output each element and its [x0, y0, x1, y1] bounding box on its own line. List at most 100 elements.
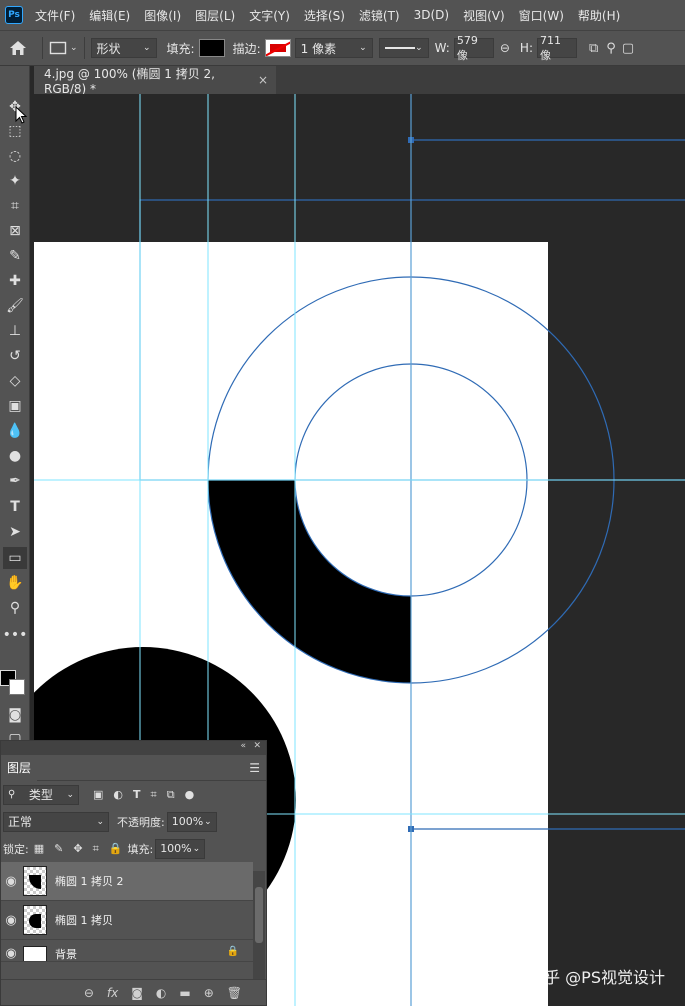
blend-row: 正常 ⌄ 不透明度: 100% ⌄	[1, 808, 266, 835]
lock-pixels-icon[interactable]: ✎	[54, 842, 63, 855]
layer-name: 椭圆 1 拷贝	[55, 914, 113, 927]
stroke-line-icon	[384, 47, 415, 49]
gradient-tool-icon[interactable]: ▣	[3, 395, 27, 417]
more-icon[interactable]: ▢	[622, 41, 634, 56]
close-panel-icon[interactable]: ✕	[253, 741, 261, 751]
pen-tool-icon[interactable]: ✒	[3, 470, 27, 492]
chevron-down-icon: ⌄	[70, 43, 78, 53]
fill-swatch[interactable]	[198, 39, 225, 57]
filter-toggle-icon[interactable]: ●	[185, 788, 195, 801]
opacity-field[interactable]: 100% ⌄	[166, 811, 217, 832]
layers-panel: « ✕ 图层 ☰ ⚲ 类型 ⌄ ▣ ◐ T ⌗ ⧉ ● 正常 ⌄ 不透明度: 1…	[0, 740, 267, 1006]
stroke-width-field[interactable]: 1 像素 ⌄	[294, 38, 373, 58]
eye-icon[interactable]: ◉	[1, 913, 21, 928]
menu-filter[interactable]: 滤镜(T)	[359, 7, 400, 24]
magic-wand-tool-icon[interactable]: ✦	[3, 170, 27, 192]
type-tool-icon[interactable]: T	[3, 496, 27, 518]
blend-mode-value: 正常	[8, 815, 33, 829]
trash-icon[interactable]: 🗑	[227, 986, 242, 1000]
stroke-type-select[interactable]: ⌄	[378, 38, 429, 58]
background-color-swatch[interactable]	[9, 679, 25, 695]
filter-type-value: 类型	[28, 788, 53, 802]
adjustment-layer-icon[interactable]: ◐	[156, 986, 166, 1000]
panel-menu-icon[interactable]: ☰	[249, 761, 260, 775]
menu-help[interactable]: 帮助(H)	[578, 7, 620, 24]
link-icon[interactable]: ⊖	[500, 41, 510, 55]
path-selection-tool-icon[interactable]: ➤	[3, 521, 27, 543]
menu-edit[interactable]: 编辑(E)	[89, 7, 130, 24]
new-group-icon[interactable]: ▬	[179, 986, 190, 1000]
stroke-label: 描边:	[232, 41, 261, 56]
eye-icon[interactable]: ◉	[1, 874, 21, 889]
height-field[interactable]: 711 像	[537, 34, 577, 62]
layer-row[interactable]: ◉ 椭圆 1 拷贝	[1, 901, 253, 940]
adjustment-filter-icon[interactable]: ◐	[113, 788, 123, 801]
history-brush-tool-icon[interactable]: ↺	[3, 345, 27, 367]
mode-value: 形状	[96, 41, 121, 56]
filter-type-select[interactable]: ⚲ 类型 ⌄	[3, 784, 79, 805]
dodge-tool-icon[interactable]: ●	[3, 445, 27, 467]
menu-type[interactable]: 文字(Y)	[249, 7, 290, 24]
healing-brush-tool-icon[interactable]: ✚	[3, 270, 27, 292]
image-filter-icon[interactable]: ▣	[93, 788, 103, 801]
document-tab[interactable]: 4.jpg @ 100% (椭圆 1 拷贝 2, RGB/8) * ×	[34, 66, 276, 96]
lasso-tool-icon[interactable]: ◌	[3, 145, 27, 167]
hand-tool-icon[interactable]: ✋	[3, 572, 27, 594]
rectangle-shape-icon	[49, 41, 67, 55]
close-icon[interactable]: ×	[258, 73, 268, 87]
fill-field[interactable]: 100% ⌄	[155, 838, 206, 859]
lock-all-icon[interactable]: 🔒	[109, 842, 123, 855]
height-label: H:	[519, 41, 533, 55]
lock-position-icon[interactable]: ✥	[73, 842, 82, 855]
menu-image[interactable]: 图像(I)	[144, 7, 181, 24]
menu-select[interactable]: 选择(S)	[304, 7, 345, 24]
brush-tool-icon[interactable]: 🖌	[3, 295, 27, 317]
stroke-swatch[interactable]	[264, 39, 291, 57]
chevron-down-icon: ⌄	[192, 843, 201, 854]
smart-object-filter-icon[interactable]: ⧉	[167, 788, 175, 802]
width-field[interactable]: 579 像	[453, 34, 494, 62]
menu-window[interactable]: 窗口(W)	[519, 7, 564, 24]
frame-tool-icon[interactable]: ⊠	[3, 220, 27, 242]
collapse-icon[interactable]: «	[240, 741, 246, 751]
type-filter-icon[interactable]: T	[133, 788, 141, 801]
rectangle-tool-icon[interactable]: ▭	[3, 547, 27, 569]
more-tools-icon[interactable]: •••	[3, 624, 28, 646]
clone-stamp-tool-icon[interactable]: ⊥	[3, 320, 27, 342]
home-button[interactable]	[0, 31, 36, 65]
layers-tab[interactable]: 图层	[1, 754, 38, 781]
separator	[42, 37, 43, 59]
lock-artboard-icon[interactable]: ⌗	[93, 842, 99, 856]
tools-panel: ✥ ⬚ ◌ ✦ ⌗ ⊠ ✎ ✚ 🖌 ⊥ ↺ ◇ ▣ 💧 ● ✒ T ➤ ▭ ✋ …	[0, 66, 30, 766]
lock-transparency-icon[interactable]: ▦	[34, 842, 44, 855]
eyedropper-tool-icon[interactable]: ✎	[3, 245, 27, 267]
search-icon[interactable]: ⚲	[606, 41, 616, 56]
layer-thumbnail	[23, 905, 47, 935]
blur-tool-icon[interactable]: 💧	[3, 420, 27, 442]
crop-tool-icon[interactable]: ⌗	[3, 195, 27, 217]
shape-filter-icon[interactable]: ⌗	[151, 788, 157, 802]
link-layers-icon[interactable]: ⊖	[84, 986, 94, 1000]
layers-scrollbar[interactable]	[253, 871, 265, 981]
menu-view[interactable]: 视图(V)	[463, 7, 505, 24]
blend-mode-select[interactable]: 正常 ⌄	[3, 811, 109, 832]
layer-row[interactable]: ◉ 椭圆 1 拷贝 2	[1, 862, 253, 901]
add-mask-icon[interactable]: ◙	[131, 986, 143, 1000]
menu-file[interactable]: 文件(F)	[35, 7, 75, 24]
eye-icon[interactable]: ◉	[1, 946, 21, 961]
menu-layer[interactable]: 图层(L)	[195, 7, 235, 24]
layer-row[interactable]: ◉ 背景 🔒	[1, 940, 253, 962]
mode-select[interactable]: 形状 ⌄	[90, 38, 157, 58]
panel-title-strip: « ✕	[1, 741, 266, 755]
layer-style-icon[interactable]: fx	[107, 986, 118, 1000]
scroll-thumb[interactable]	[255, 887, 263, 943]
menu-3d[interactable]: 3D(D)	[414, 8, 449, 22]
quick-mask-icon[interactable]: ◙	[3, 704, 27, 726]
path-operations-icon[interactable]: ⧉	[589, 41, 598, 56]
tool-preset-picker[interactable]: ⌄	[49, 41, 78, 55]
layers-panel-footer: ⊖ fx ◙ ◐ ▬ ⊕ 🗑	[1, 979, 266, 1005]
zoom-tool-icon[interactable]: ⚲	[3, 597, 27, 619]
new-layer-icon[interactable]: ⊕	[204, 986, 214, 1000]
chevron-down-icon: ⌄	[204, 816, 212, 827]
eraser-tool-icon[interactable]: ◇	[3, 370, 27, 392]
